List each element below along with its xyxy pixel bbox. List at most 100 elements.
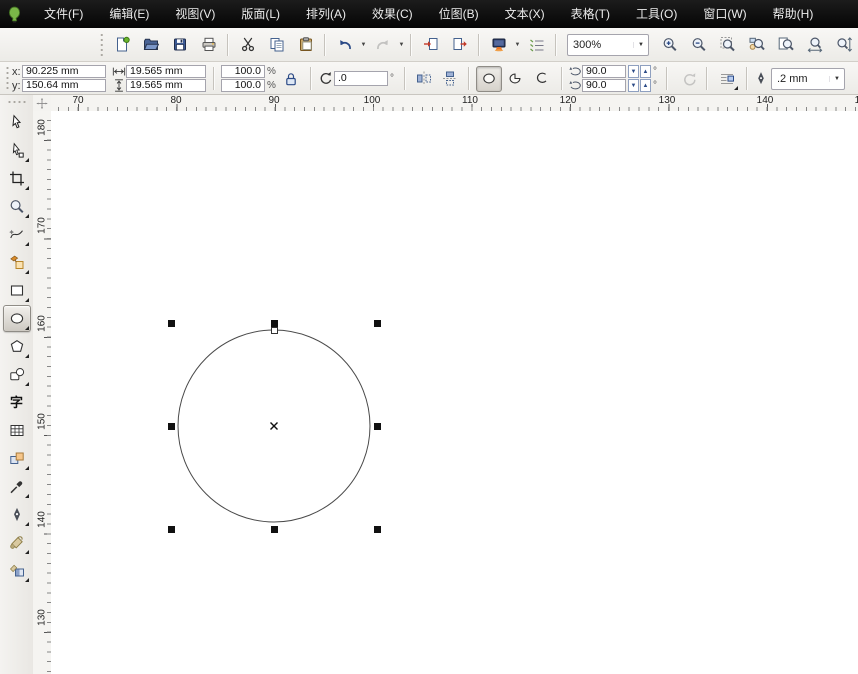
zoom-height-button[interactable] bbox=[830, 31, 857, 58]
copy-button[interactable] bbox=[263, 31, 290, 58]
rotation-angle-field[interactable]: .0 bbox=[334, 71, 388, 86]
new-document-button[interactable] bbox=[108, 31, 135, 58]
new-document-icon bbox=[114, 37, 130, 53]
app-launcher-button[interactable] bbox=[485, 31, 512, 58]
zoom-all-button[interactable] bbox=[743, 31, 770, 58]
text-tool[interactable]: 字 bbox=[3, 389, 31, 416]
start-angle-up-icon[interactable]: ▲ bbox=[640, 65, 651, 78]
object-width-field[interactable]: 19.565 mm bbox=[126, 65, 206, 78]
end-angle-field[interactable]: 90.0 bbox=[582, 79, 626, 92]
y-position-field[interactable]: 150.64 mm bbox=[22, 79, 106, 92]
zoom-in-button[interactable] bbox=[656, 31, 683, 58]
selection-handle[interactable] bbox=[168, 423, 175, 430]
ellipse-top-node[interactable] bbox=[271, 327, 278, 334]
menu-item-10[interactable]: 窗口(W) bbox=[690, 0, 759, 28]
blend-tool[interactable] bbox=[3, 445, 31, 472]
smart-fill-tool[interactable] bbox=[3, 249, 31, 276]
menu-item-8[interactable]: 表格(T) bbox=[558, 0, 623, 28]
fill-tool[interactable] bbox=[3, 529, 31, 556]
polygon-tool[interactable] bbox=[3, 333, 31, 360]
paste-icon bbox=[298, 37, 314, 53]
ellipse-mode-button[interactable] bbox=[476, 66, 502, 92]
crop-tool[interactable] bbox=[3, 165, 31, 192]
menu-item-7[interactable]: 文本(X) bbox=[492, 0, 558, 28]
arc-mode-button[interactable] bbox=[528, 66, 554, 92]
zoom-tool[interactable] bbox=[3, 193, 31, 220]
selection-handle[interactable] bbox=[168, 320, 175, 327]
import-button[interactable] bbox=[417, 31, 444, 58]
flyout-indicator bbox=[25, 214, 29, 218]
basic-shapes-tool[interactable] bbox=[3, 361, 31, 388]
menu-item-2[interactable]: 视图(V) bbox=[162, 0, 228, 28]
zoom-out-button[interactable] bbox=[685, 31, 712, 58]
selection-handle[interactable] bbox=[374, 526, 381, 533]
selection-handle[interactable] bbox=[374, 320, 381, 327]
start-angle-down-icon[interactable]: ▼ bbox=[628, 65, 639, 78]
end-angle-up-icon[interactable]: ▲ bbox=[640, 79, 651, 92]
undo-button[interactable] bbox=[331, 31, 358, 58]
snap-options-button[interactable] bbox=[523, 31, 550, 58]
rotation-unit: ° bbox=[390, 73, 394, 84]
zoom-level-combo[interactable]: 300%▼ bbox=[567, 34, 649, 56]
export-button[interactable] bbox=[446, 31, 473, 58]
mirror-horizontal-button[interactable] bbox=[411, 66, 437, 92]
selection-handle[interactable] bbox=[168, 526, 175, 533]
wrap-text-button[interactable] bbox=[714, 66, 740, 92]
zoom-selected-button[interactable] bbox=[714, 31, 741, 58]
table-tool[interactable] bbox=[3, 417, 31, 444]
open-folder-button[interactable] bbox=[137, 31, 164, 58]
menu-item-11[interactable]: 帮助(H) bbox=[760, 0, 827, 28]
pie-mode-icon bbox=[507, 71, 523, 87]
ellipse-tool[interactable] bbox=[3, 305, 31, 332]
toolbox-drag-handle[interactable] bbox=[7, 100, 27, 105]
zoom-all-icon bbox=[749, 37, 765, 53]
scale-v-field[interactable]: 100.0 bbox=[221, 79, 265, 92]
toolbar-drag-handle[interactable] bbox=[100, 34, 104, 56]
menu-item-9[interactable]: 工具(O) bbox=[623, 0, 690, 28]
mirror-vertical-button[interactable] bbox=[437, 66, 463, 92]
freehand-tool[interactable] bbox=[3, 221, 31, 248]
scale-h-field[interactable]: 100.0 bbox=[221, 65, 265, 78]
selection-handle[interactable] bbox=[271, 320, 278, 327]
lock-icon bbox=[283, 71, 299, 87]
eyedropper-tool[interactable] bbox=[3, 473, 31, 500]
outline-pen-tool[interactable] bbox=[3, 501, 31, 528]
cut-button[interactable] bbox=[234, 31, 261, 58]
zoom-page-button[interactable] bbox=[772, 31, 799, 58]
horizontal-ruler[interactable]: 708090100110120130140150 bbox=[51, 95, 858, 112]
print-button[interactable] bbox=[195, 31, 222, 58]
shape-tool[interactable] bbox=[3, 137, 31, 164]
selection-handle[interactable] bbox=[271, 526, 278, 533]
end-angle-down-icon[interactable]: ▼ bbox=[628, 79, 639, 92]
outline-width-combo[interactable]: .2 mm ▼ bbox=[771, 68, 845, 90]
start-angle-field[interactable]: 90.0 bbox=[582, 65, 626, 78]
zoom-width-icon bbox=[807, 37, 823, 53]
zoom-width-button[interactable] bbox=[801, 31, 828, 58]
save-button[interactable] bbox=[166, 31, 193, 58]
object-height-field[interactable]: 19.565 mm bbox=[126, 79, 206, 92]
dropdown-arrow-icon[interactable]: ▼ bbox=[359, 42, 368, 48]
selection-handle[interactable] bbox=[374, 423, 381, 430]
drawing-canvas[interactable] bbox=[51, 111, 858, 674]
paste-button[interactable] bbox=[292, 31, 319, 58]
menu-item-3[interactable]: 版面(L) bbox=[228, 0, 293, 28]
menu-item-6[interactable]: 位图(B) bbox=[426, 0, 492, 28]
menu-item-5[interactable]: 效果(C) bbox=[359, 0, 426, 28]
dropdown-arrow-icon[interactable]: ▼ bbox=[397, 42, 406, 48]
x-position-field[interactable]: 90.225 mm bbox=[22, 65, 106, 78]
pick-tool[interactable] bbox=[3, 109, 31, 136]
ruler-origin[interactable] bbox=[33, 95, 52, 112]
menu-item-0[interactable]: 文件(F) bbox=[31, 0, 96, 28]
pie-mode-button[interactable] bbox=[502, 66, 528, 92]
ellipse-shape[interactable] bbox=[51, 111, 858, 674]
redo-button bbox=[369, 31, 396, 58]
property-bar-drag-handle[interactable] bbox=[5, 67, 10, 89]
rectangle-tool[interactable] bbox=[3, 277, 31, 304]
menu-item-4[interactable]: 排列(A) bbox=[293, 0, 359, 28]
menu-item-1[interactable]: 编辑(E) bbox=[96, 0, 162, 28]
interactive-fill-tool[interactable] bbox=[3, 557, 31, 584]
dropdown-arrow-icon[interactable]: ▼ bbox=[513, 42, 522, 48]
h-ruler-label-150: 150 bbox=[855, 95, 858, 106]
lock-ratio-button[interactable] bbox=[278, 66, 304, 92]
vertical-ruler[interactable]: 180170160150140130 bbox=[33, 111, 52, 674]
